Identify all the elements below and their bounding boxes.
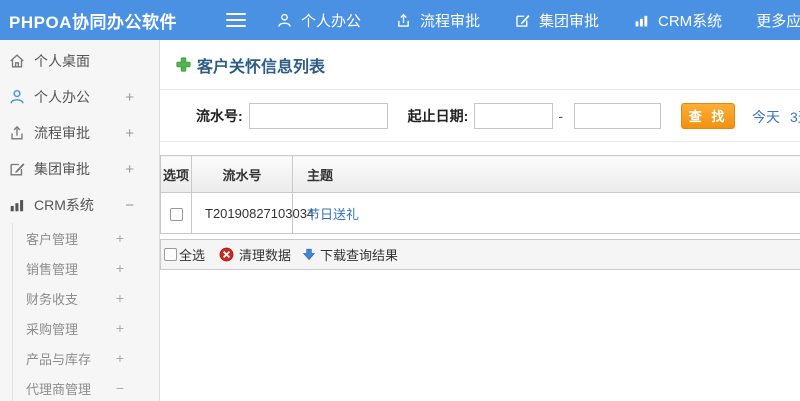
- serial-number-label: 流水号:: [196, 107, 243, 124]
- sidebar-item-label: CRM系统: [34, 197, 94, 213]
- clean-data-icon[interactable]: [219, 247, 234, 262]
- topnav-personal-office[interactable]: 个人办公: [276, 10, 361, 31]
- column-header-option: 选项: [160, 155, 192, 193]
- topnav-process-approval[interactable]: 流程审批: [395, 10, 480, 31]
- topnav-label: 更多应用: [756, 12, 800, 30]
- filter-bar: 流水号: 起止日期: - 查 找 今天 3天: [160, 90, 800, 142]
- sidebar-item-label: 个人办公: [34, 89, 90, 105]
- expand-indicator[interactable]: +: [116, 350, 124, 366]
- row-subject-cell: 节日送礼: [292, 192, 800, 234]
- chart-icon: [633, 12, 650, 29]
- column-header-subject: 主题: [292, 155, 800, 193]
- serial-number-input[interactable]: [248, 102, 388, 129]
- download-results-label[interactable]: 下载查询结果: [320, 245, 398, 264]
- main-content: 客户关怀信息列表 流水号: 起止日期: - 查 找 今天 3天 选项 流水号 主…: [160, 40, 800, 401]
- date-to-input[interactable]: [574, 102, 662, 129]
- table-footer-bar: 全选 清理数据 下载查询结果: [160, 239, 800, 270]
- quick-link-today[interactable]: 今天: [752, 107, 780, 127]
- expand-indicator[interactable]: +: [125, 161, 134, 178]
- subject-link[interactable]: 节日送礼: [307, 207, 359, 222]
- sidebar-subitem-label: 代理商管理: [26, 381, 92, 397]
- edit-icon: [514, 12, 531, 29]
- clean-data-label[interactable]: 清理数据: [239, 245, 291, 264]
- row-serial-cell: T20190827103034: [191, 192, 314, 234]
- expand-indicator[interactable]: +: [116, 320, 124, 336]
- date-range-label: 起止日期:: [407, 107, 469, 124]
- records-table: 选项 流水号 主题 T20190827103034 节日送礼: [160, 155, 800, 234]
- hamburger-menu-icon[interactable]: [225, 13, 246, 27]
- page-title: 客户关怀信息列表: [197, 58, 326, 76]
- topnav-label: 个人办公: [300, 12, 361, 30]
- table-header-row: 选项 流水号 主题: [160, 155, 800, 193]
- topnav-label: CRM系统: [658, 12, 723, 30]
- home-icon: [8, 52, 26, 70]
- sidebar-subitem-label: 采购管理: [26, 321, 79, 337]
- date-range-separator: -: [558, 107, 564, 124]
- topnav-label: 集团审批: [539, 12, 600, 30]
- sidebar-subitem-label: 财务收支: [26, 291, 79, 307]
- sidebar-item-process-approval[interactable]: 流程审批 +: [0, 115, 159, 151]
- date-from-input[interactable]: [474, 102, 554, 129]
- expand-indicator[interactable]: +: [125, 125, 134, 142]
- row-option-cell: [160, 192, 192, 234]
- table-row: T20190827103034 节日送礼: [160, 192, 800, 234]
- sidebar-item-label: 集团审批: [34, 161, 90, 177]
- search-button[interactable]: 查 找: [681, 102, 736, 129]
- expand-indicator[interactable]: −: [116, 380, 124, 396]
- sidebar-item-group-approval[interactable]: 集团审批 +: [0, 151, 159, 187]
- sidebar-subitem-agent-mgmt[interactable]: 代理商管理 −: [13, 373, 159, 401]
- topnav-group-approval[interactable]: 集团审批: [514, 10, 599, 31]
- expand-indicator[interactable]: +: [116, 260, 124, 276]
- expand-indicator[interactable]: +: [116, 290, 124, 306]
- row-checkbox[interactable]: [169, 207, 183, 221]
- sidebar-subitem-finance[interactable]: 财务收支 +: [13, 283, 159, 313]
- expand-indicator[interactable]: −: [125, 197, 134, 214]
- download-arrow-icon[interactable]: [301, 247, 316, 262]
- topbar: PHPOA协同办公软件 个人办公 流程审批 集团审批 CRM系统 更多应: [0, 0, 800, 40]
- top-navigation: 个人办公 流程审批 集团审批 CRM系统 更多应用: [276, 10, 800, 31]
- sidebar-item-label: 个人桌面: [34, 53, 90, 69]
- column-header-serial: 流水号: [191, 155, 293, 193]
- sidebar-item-label: 流程审批: [34, 125, 90, 141]
- sidebar-subitem-customer-mgmt[interactable]: 客户管理 +: [13, 223, 159, 253]
- sidebar-subitem-purchase-mgmt[interactable]: 采购管理 +: [13, 313, 159, 343]
- sidebar-item-personal-desktop[interactable]: 个人桌面: [0, 43, 159, 79]
- crm-submenu: 客户管理 + 销售管理 + 财务收支 + 采购管理 + 产品与库存 + 代理商管…: [12, 223, 159, 401]
- topnav-label: 流程审批: [419, 12, 480, 30]
- chart-icon: [8, 196, 26, 214]
- sidebar-subitem-label: 销售管理: [26, 261, 79, 277]
- sidebar-item-personal-office[interactable]: 个人办公 +: [0, 79, 159, 115]
- select-all-label[interactable]: 全选: [179, 245, 205, 264]
- sidebar: 个人桌面 个人办公 + 流程审批 + 集团审批 + CRM系统 − 客户管理 +: [0, 40, 160, 401]
- app-brand: PHPOA协同办公软件: [9, 12, 177, 32]
- sidebar-subitem-label: 产品与库存: [26, 351, 92, 367]
- edit-icon: [8, 160, 26, 178]
- sidebar-subitem-label: 客户管理: [26, 231, 79, 247]
- select-all-checkbox[interactable]: [164, 248, 177, 261]
- add-record-icon[interactable]: [176, 57, 191, 72]
- expand-indicator[interactable]: +: [125, 89, 134, 106]
- sidebar-subitem-sales-mgmt[interactable]: 销售管理 +: [13, 253, 159, 283]
- person-icon: [276, 12, 293, 29]
- process-icon: [8, 124, 26, 142]
- topnav-crm-system[interactable]: CRM系统: [633, 10, 722, 31]
- quick-link-3days[interactable]: 3天: [790, 107, 800, 127]
- sidebar-item-crm-system[interactable]: CRM系统 −: [0, 187, 159, 223]
- topnav-more-apps[interactable]: 更多应用: [756, 10, 800, 31]
- person-icon: [8, 88, 26, 106]
- expand-indicator[interactable]: +: [116, 230, 124, 246]
- sidebar-subitem-product-inventory[interactable]: 产品与库存 +: [13, 343, 159, 373]
- page-title-row: 客户关怀信息列表: [160, 40, 800, 90]
- process-icon: [395, 12, 412, 29]
